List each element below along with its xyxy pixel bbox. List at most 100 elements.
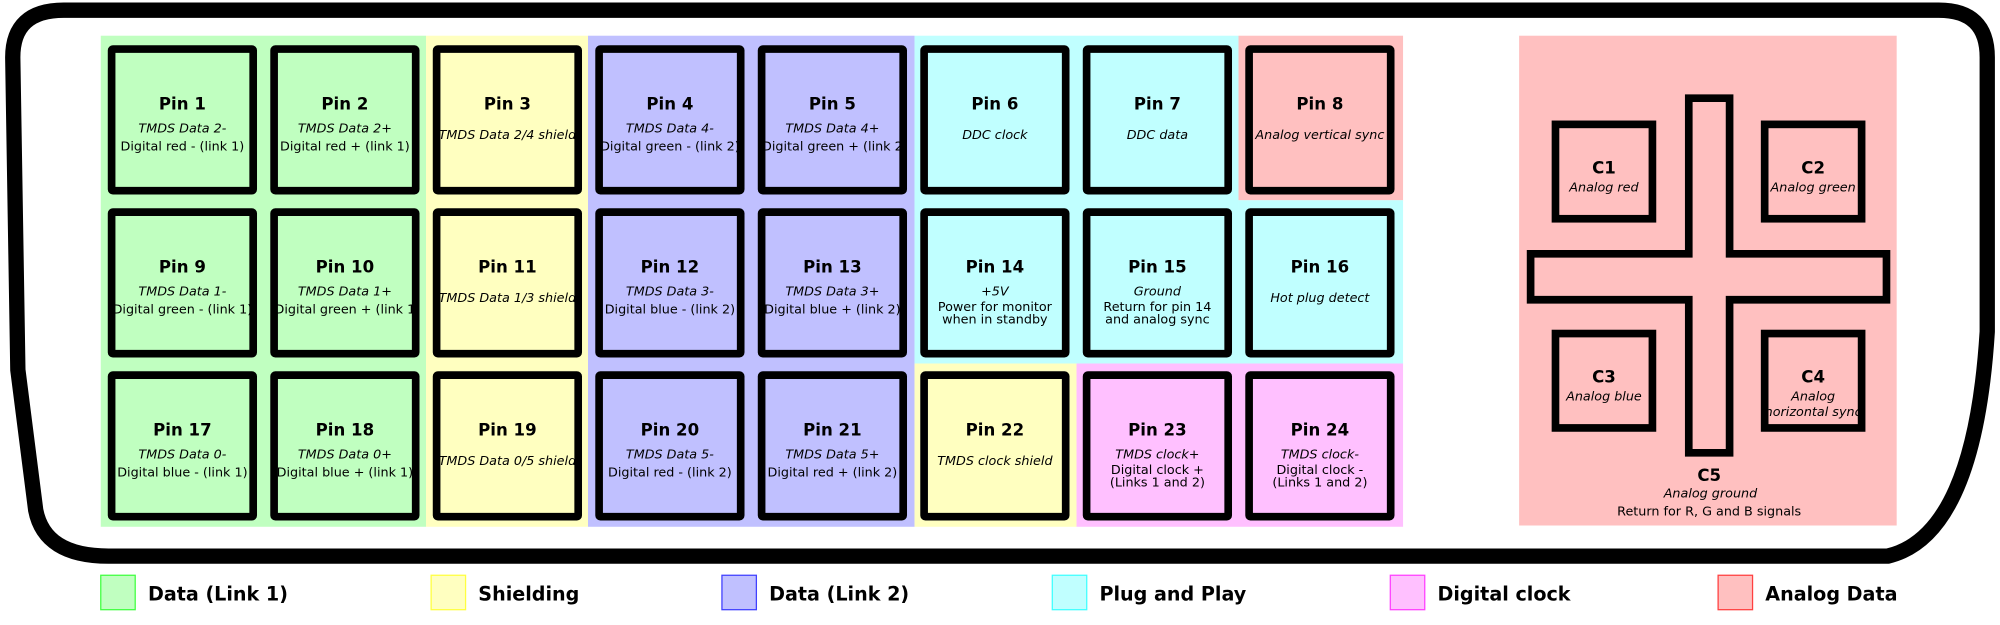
pin-signal: TMDS Data 0- (138, 448, 226, 463)
pin-5[interactable]: Pin 5 TMDS Data 4+ Digital green + (link 2 (757, 45, 908, 195)
pin-label: Pin 15 (1128, 258, 1186, 277)
pin-signal: TMDS Data 4- (626, 122, 714, 137)
pin-label: Pin 6 (971, 95, 1018, 114)
c2-contact[interactable]: C2 Analog green (1760, 120, 1866, 223)
pin-signal: TMDS Data 3- (626, 285, 714, 300)
pin-18[interactable]: Pin 18 TMDS Data 0+ Digital blue + (link 1… (270, 371, 420, 521)
c2-signal: Analog green (1770, 180, 1856, 195)
legend-label: Plug and Play (1099, 583, 1246, 606)
pin-label: Pin 12 (641, 258, 699, 277)
legend-item: Digital clock (1389, 574, 1572, 611)
pin-contact (920, 371, 1070, 521)
pin-label: Pin 23 (1128, 421, 1186, 440)
pin-label: Pin 5 (809, 95, 856, 114)
pin-contact (432, 208, 583, 358)
pin-description: Digital red - (link 1) (121, 140, 245, 155)
pin-16[interactable]: Pin 16 Hot plug detect (1245, 208, 1395, 358)
pin-15[interactable]: Pin 15GroundReturn for pin 14and analog … (1082, 208, 1233, 358)
pin-contact (595, 45, 745, 195)
c1-contact[interactable]: C1 Analog red (1551, 120, 1657, 223)
pin-description: Digital red - (link 2) (608, 466, 732, 481)
pin-description: Digital blue - (link 2) (605, 303, 735, 318)
pin-contact (270, 45, 420, 195)
pin-label: Pin 17 (153, 421, 211, 440)
pin-signal: TMDS clock- (1281, 448, 1359, 463)
legend-label: Digital clock (1438, 583, 1572, 606)
pin-description: and analog sync (1105, 313, 1210, 328)
pin-signal: TMDS Data 2+ (298, 122, 392, 137)
pin-22[interactable]: Pin 22 TMDS clock shield (920, 371, 1070, 521)
pin-13[interactable]: Pin 13 TMDS Data 3+ Digital blue + (link 2… (757, 208, 908, 358)
pin-3[interactable]: Pin 3 TMDS Data 2/4 shield (432, 45, 583, 195)
pin-signal: TMDS clock shield (937, 454, 1053, 469)
pin-signal: TMDS Data 2- (138, 122, 226, 137)
legend-swatch (1051, 574, 1088, 611)
pin-signal: Hot plug detect (1270, 291, 1370, 306)
pin-8[interactable]: Pin 8 Analog vertical sync (1245, 45, 1395, 195)
pin-signal: TMDS Data 4+ (785, 122, 879, 137)
pin-description: Digital red + (link 1) (280, 140, 410, 155)
c4-label: C4 (1801, 368, 1825, 387)
c5-signal: Analog ground (1663, 486, 1758, 501)
pin-12[interactable]: Pin 12 TMDS Data 3- Digital blue - (link 2… (595, 208, 745, 358)
legend-item: Data (Link 1) (100, 574, 288, 611)
legend-item: Data (Link 2) (721, 574, 909, 611)
pin-contact (920, 208, 1070, 358)
pin-label: Pin 18 (316, 421, 374, 440)
c3-label: C3 (1592, 368, 1616, 387)
pin-9[interactable]: Pin 9 TMDS Data 1- Digital green - (link 1… (107, 208, 258, 358)
pin-signal: Analog vertical sync (1254, 128, 1384, 143)
pin-label: Pin 19 (478, 421, 536, 440)
pin-1[interactable]: Pin 1 TMDS Data 2- Digital red - (link 1) (107, 45, 258, 195)
c1-signal: Analog red (1568, 180, 1639, 195)
pin-signal: TMDS Data 5- (626, 448, 714, 463)
c1-label: C1 (1592, 158, 1616, 177)
pin-signal: TMDS Data 1- (138, 285, 226, 300)
pin-2[interactable]: Pin 2 TMDS Data 2+ Digital red + (link 1) (270, 45, 420, 195)
pin-20[interactable]: Pin 20 TMDS Data 5- Digital red - (link 2) (595, 371, 745, 521)
pin-11[interactable]: Pin 11 TMDS Data 1/3 shield (432, 208, 583, 358)
pin-signal: TMDS Data 0/5 shield (439, 454, 577, 469)
pin-10[interactable]: Pin 10 TMDS Data 1+ Digital green + (link … (270, 208, 420, 358)
legend-swatch (1717, 574, 1754, 611)
pin-label: Pin 13 (803, 258, 861, 277)
pin-contact (107, 208, 258, 358)
pin-24[interactable]: Pin 24TMDS clock-Digital clock -(Links 1… (1245, 371, 1395, 521)
pin-description: Digital green + (link 2 (762, 140, 903, 155)
pin-19[interactable]: Pin 19 TMDS Data 0/5 shield (432, 371, 583, 521)
pin-description: Digital red + (link 2) (768, 466, 898, 481)
pin-7[interactable]: Pin 7 DDC data (1082, 45, 1233, 195)
pin-contact (432, 371, 583, 521)
pin-signal: TMDS Data 0+ (298, 448, 392, 463)
pin-description: Digital blue + (link 2) (764, 303, 900, 318)
pin-signal: TMDS Data 2/4 shield (439, 128, 577, 143)
pin-4[interactable]: Pin 4 TMDS Data 4- Digital green - (link 2… (595, 45, 745, 195)
pin-23[interactable]: Pin 23TMDS clock+Digital clock +(Links 1… (1082, 371, 1233, 521)
pin-label: Pin 20 (641, 421, 699, 440)
pin-description: (Links 1 and 2) (1110, 476, 1205, 491)
pin-contact (595, 371, 745, 521)
pin-14[interactable]: Pin 14+5VPower for monitorwhen in standb… (920, 208, 1070, 358)
c5-label: C5 (1697, 466, 1721, 485)
pin-description: when in standby (942, 313, 1048, 328)
legend-item: Shielding (430, 574, 579, 611)
pin-signal: TMDS Data 1+ (298, 285, 392, 300)
pin-17[interactable]: Pin 17 TMDS Data 0- Digital blue - (link 1… (107, 371, 258, 521)
pin-6[interactable]: Pin 6 DDC clock (920, 45, 1070, 195)
legend-label: Data (Link 1) (148, 583, 288, 606)
pin-label: Pin 8 (1296, 95, 1343, 114)
pin-contact (432, 45, 583, 195)
pin-signal: TMDS Data 5+ (785, 448, 879, 463)
pin-contact (757, 45, 908, 195)
pin-label: Pin 22 (966, 421, 1024, 440)
pin-description: (Links 1 and 2) (1272, 476, 1367, 491)
c4-contact[interactable]: C4 Analoghorizontal sync (1760, 329, 1866, 432)
c2-label: C2 (1801, 158, 1825, 177)
pin-signal: Ground (1134, 285, 1182, 300)
pin-21[interactable]: Pin 21 TMDS Data 5+ Digital red + (link 2) (757, 371, 908, 521)
pin-label: Pin 3 (484, 95, 531, 114)
legend-swatch (430, 574, 467, 611)
legend-item: Plug and Play (1051, 574, 1247, 611)
pin-signal: +5V (981, 285, 1010, 300)
c3-contact[interactable]: C3 Analog blue (1551, 329, 1657, 432)
